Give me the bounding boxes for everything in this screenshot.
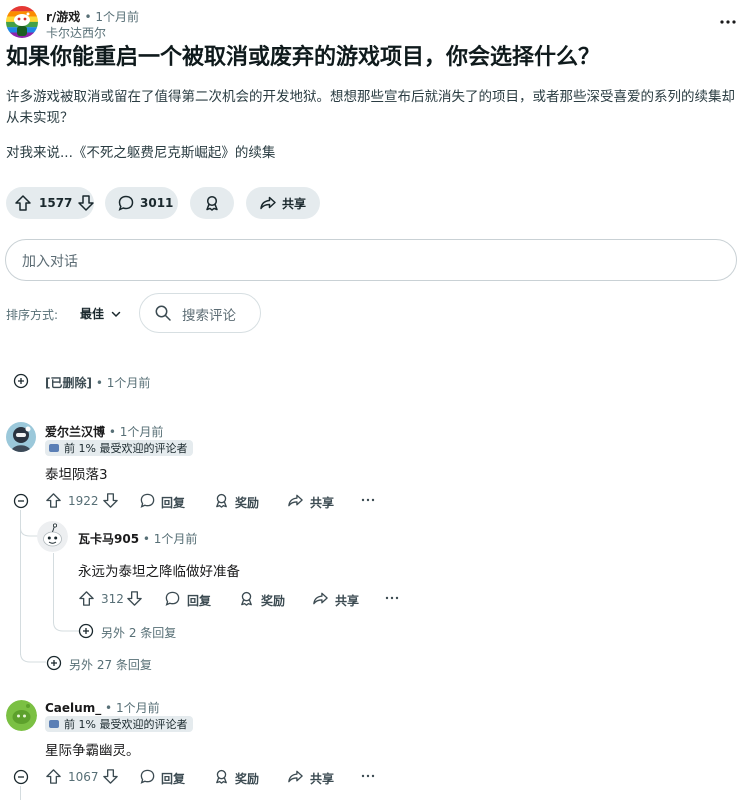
award-ribbon-icon: [203, 194, 221, 212]
post-vote-count: 1577: [39, 196, 73, 210]
minus-circle-icon[interactable]: [13, 769, 29, 785]
award-ribbon-icon[interactable]: [238, 590, 255, 607]
speech-bubble-icon: [117, 194, 135, 212]
separator-dot: •: [105, 701, 116, 715]
deleted-comment-meta: [已删除] • 1个月前: [45, 374, 150, 391]
share-arrow-icon[interactable]: [287, 768, 304, 785]
sort-label: 排序方式:: [6, 308, 59, 322]
downvote-icon[interactable]: [126, 590, 143, 607]
speech-bubble-icon[interactable]: [139, 768, 156, 785]
upvote-icon[interactable]: [78, 590, 95, 607]
share-button[interactable]: 共享: [310, 494, 334, 511]
award-button[interactable]: 奖励: [235, 770, 259, 787]
share-label: 共享: [282, 196, 307, 211]
separator-dot: •: [95, 376, 107, 390]
search-icon: [154, 304, 172, 322]
user-flair-badge: 前 1% 最受欢迎的评论者: [45, 440, 194, 456]
ellipsis-icon[interactable]: [360, 492, 376, 508]
post-vote-pill: 1577: [6, 187, 95, 219]
comment-meta: 爱尔兰汉博 • 1个月前: [45, 423, 163, 440]
commenter-avatar[interactable]: [37, 521, 68, 552]
award-button[interactable]: 奖励: [235, 494, 259, 511]
speech-bubble-icon[interactable]: [139, 492, 156, 509]
post-share-button[interactable]: 共享: [246, 187, 320, 219]
upvote-icon[interactable]: [45, 768, 62, 785]
post-title: 如果你能重启一个被取消或废弃的游戏项目，你会选择什么？: [6, 45, 601, 70]
chevron-down-icon[interactable]: [110, 308, 122, 320]
upvote-icon[interactable]: [45, 492, 62, 509]
thread-line: [20, 786, 21, 800]
ellipsis-icon[interactable]: [384, 590, 400, 606]
downvote-icon[interactable]: [102, 768, 119, 785]
flair-text: 前 1% 最受欢迎的评论者: [64, 718, 188, 731]
minus-circle-icon[interactable]: [13, 493, 29, 509]
thread-curve: [53, 612, 79, 634]
commenter-avatar[interactable]: [6, 700, 37, 731]
flair-icon: [49, 444, 59, 452]
post-author[interactable]: 卡尔达西尔: [46, 24, 106, 41]
comment-body: 星际争霸幽灵。: [45, 743, 140, 759]
award-ribbon-icon[interactable]: [213, 768, 230, 785]
comment-vote-count: 1922: [68, 494, 99, 508]
reply-button[interactable]: 回复: [161, 770, 185, 787]
thread-curve: [20, 645, 46, 665]
upvote-icon[interactable]: [14, 194, 32, 212]
comment-search-placeholder: 搜索评论: [182, 308, 236, 324]
award-ribbon-icon[interactable]: [213, 492, 230, 509]
post-award-button[interactable]: [190, 187, 234, 219]
reply-button[interactable]: 回复: [161, 494, 185, 511]
comment-body: 泰坦陨落3: [45, 467, 108, 483]
speech-bubble-icon[interactable]: [164, 590, 181, 607]
comment-time: 1个月前: [119, 425, 164, 439]
comment-meta: 瓦卡马905 • 1个月前: [78, 530, 197, 547]
post-time: 1个月前: [95, 10, 140, 24]
post-body-paragraph-1: 许多游戏被取消或留在了值得第二次机会的开发地狱。想想那些宣布后就消失了的项目，或…: [6, 89, 735, 126]
reply-button[interactable]: 回复: [187, 592, 211, 609]
post-body-paragraph-2: 对我来说...《不死之躯费尼克斯崛起》的续集: [6, 145, 276, 161]
user-flair-badge: 前 1% 最受欢迎的评论者: [45, 716, 194, 732]
plus-circle-icon[interactable]: [46, 655, 62, 671]
comment-vote-count: 312: [101, 592, 124, 606]
comment-author[interactable]: 爱尔兰汉博: [45, 425, 105, 439]
separator-dot: •: [108, 425, 120, 439]
more-options-icon[interactable]: [718, 12, 738, 32]
comment-vote-count: 1067: [68, 770, 99, 784]
downvote-icon[interactable]: [77, 194, 95, 212]
deleted-label: [已删除]: [45, 376, 92, 390]
share-button[interactable]: 共享: [310, 770, 334, 787]
comment-author[interactable]: Caelum_: [45, 701, 101, 715]
subreddit-name-line: r/游戏 • 1个月前: [46, 8, 139, 25]
plus-circle-icon[interactable]: [78, 623, 94, 639]
join-conversation-input[interactable]: [5, 239, 737, 281]
share-arrow-icon[interactable]: [312, 590, 329, 607]
comment-time: 1个月前: [153, 532, 198, 546]
comment-meta: Caelum_ • 1个月前: [45, 699, 160, 716]
more-replies-link[interactable]: 另外 27 条回复: [69, 656, 152, 673]
award-button[interactable]: 奖励: [261, 592, 285, 609]
ellipsis-icon[interactable]: [360, 768, 376, 784]
share-arrow-icon[interactable]: [287, 492, 304, 509]
comment-author[interactable]: 瓦卡马905: [78, 532, 139, 546]
more-replies-link[interactable]: 另外 2 条回复: [101, 624, 176, 641]
separator-dot: •: [142, 532, 154, 546]
share-button[interactable]: 共享: [335, 592, 359, 609]
subreddit-avatar[interactable]: [6, 6, 38, 38]
comment-time: 1个月前: [115, 701, 160, 715]
comment-body: 永远为泰坦之降临做好准备: [78, 564, 240, 580]
post-comment-count: 3011: [140, 196, 174, 210]
flair-icon: [49, 720, 59, 728]
post-comments-button[interactable]: 3011: [105, 187, 178, 219]
downvote-icon[interactable]: [102, 492, 119, 509]
separator-dot: •: [84, 10, 96, 24]
subreddit-link[interactable]: r/游戏: [46, 10, 80, 24]
sort-dropdown[interactable]: 最佳: [80, 305, 104, 322]
comment-time: 1个月前: [106, 376, 151, 390]
plus-circle-icon[interactable]: [13, 373, 29, 389]
share-arrow-icon: [259, 194, 277, 212]
flair-text: 前 1% 最受欢迎的评论者: [64, 442, 188, 455]
join-conversation-placeholder: 加入对话: [22, 254, 78, 270]
commenter-avatar[interactable]: [6, 422, 36, 452]
